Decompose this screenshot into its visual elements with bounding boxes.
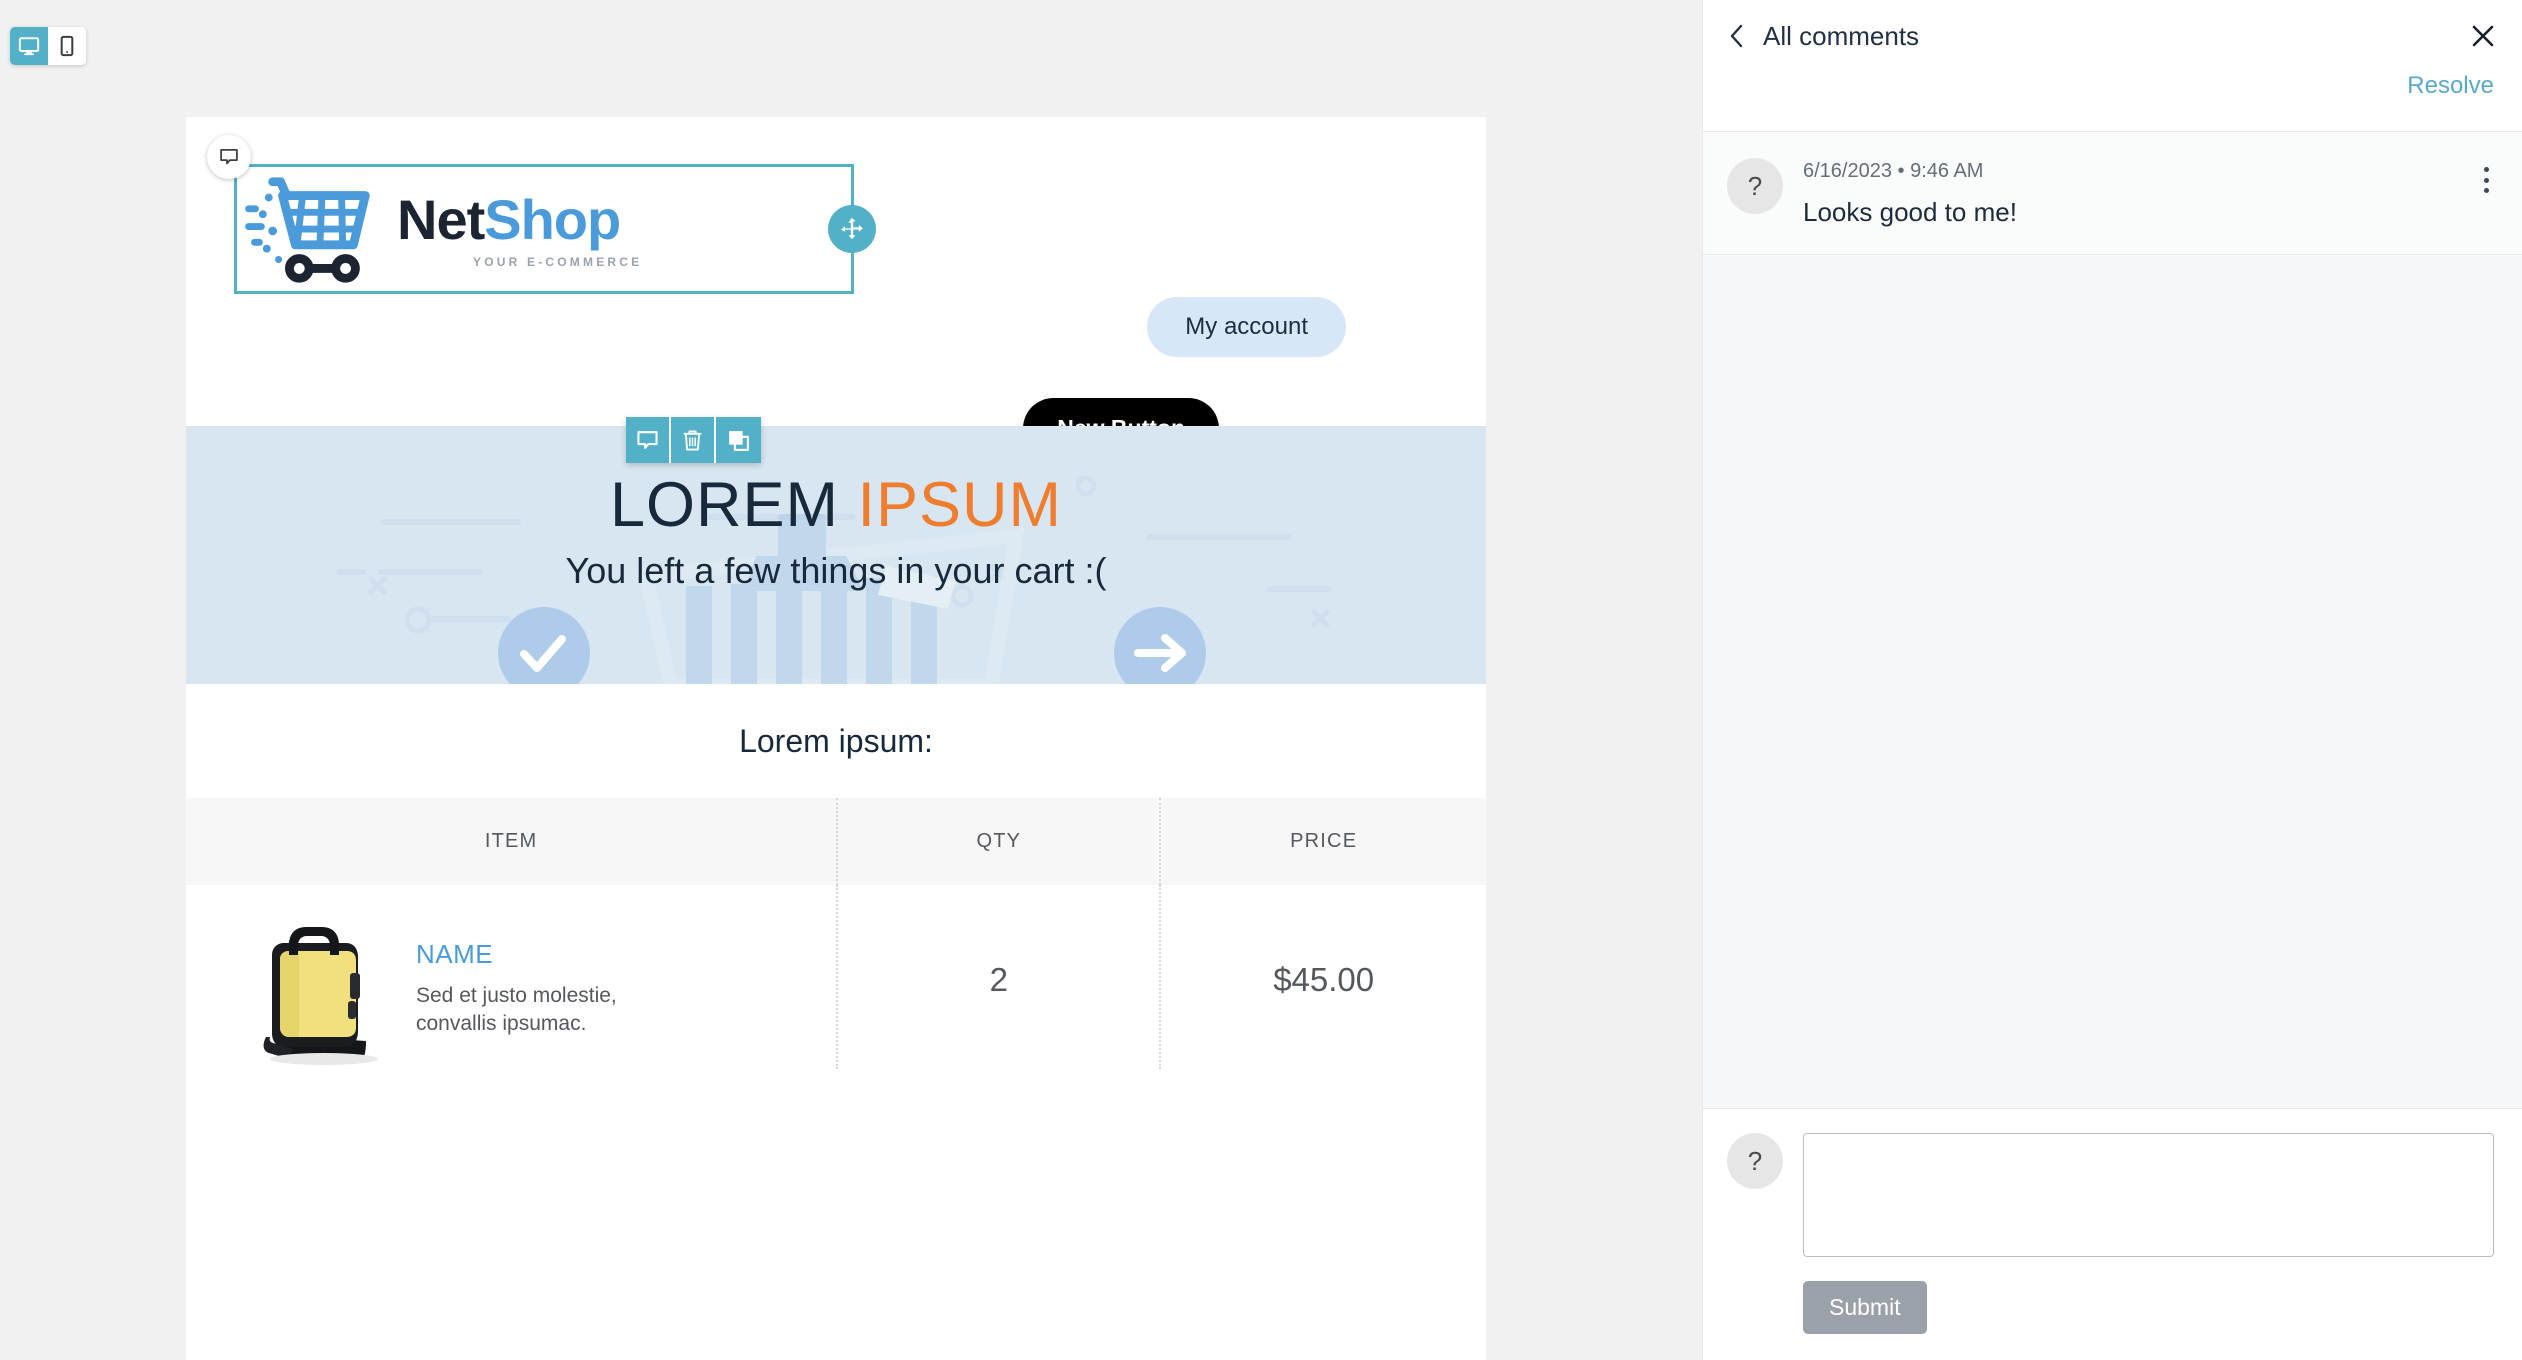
column-header-item: ITEM xyxy=(484,830,538,852)
product-description: Sed et justo molestie, convallis ipsumac… xyxy=(416,984,617,1036)
cell-qty: 2 xyxy=(836,885,1162,1069)
block-duplicate-button[interactable] xyxy=(716,417,761,463)
move-icon xyxy=(841,217,863,240)
reply-section: ? Submit xyxy=(1703,1108,2522,1360)
product-info: NAME Sed et justo molestie, convallis ip… xyxy=(416,919,646,1039)
mobile-view-button[interactable] xyxy=(48,27,86,65)
mobile-icon xyxy=(60,35,74,57)
product-cell: NAME Sed et justo molestie, convallis ip… xyxy=(186,919,836,1069)
submit-button[interactable]: Submit xyxy=(1803,1281,1927,1334)
product-name[interactable]: NAME xyxy=(416,939,646,970)
comment-body: 6/16/2023 • 9:46 AM Looks good to me! xyxy=(1803,158,2017,228)
logo-block-selected[interactable]: NetShop YOUR E-COMMERCE xyxy=(207,135,876,294)
reply-avatar: ? xyxy=(1727,1133,1783,1189)
comment-text: Looks good to me! xyxy=(1803,197,2017,227)
hero-title-part2: IPSUM xyxy=(857,470,1063,540)
block-comment-button[interactable] xyxy=(626,417,671,463)
logo-tagline: YOUR E-COMMERCE xyxy=(473,254,643,269)
list-item: ? 6/16/2023 • 9:46 AM Looks good to me! xyxy=(1703,132,2522,255)
yellow-laptop-bag-image xyxy=(263,927,378,1065)
duplicate-icon xyxy=(729,430,749,451)
section-title: Lorem ipsum: xyxy=(186,684,1486,798)
table-header-row: ITEM QTY PRICE xyxy=(186,798,1486,885)
comment-timestamp: 6/16/2023 • 9:46 AM xyxy=(1803,160,1984,182)
kebab-dot xyxy=(2483,188,2489,193)
cell-item: NAME Sed et justo molestie, convallis ip… xyxy=(186,885,837,1069)
comments-panel: All comments Resolve ? 6/16/2023 • 9:46 … xyxy=(1702,0,2522,1360)
hero-subtitle: You left a few things in your cart :( xyxy=(565,550,1107,592)
my-account-button[interactable]: My account xyxy=(1147,297,1346,357)
hero-banner: LOREM IPSUM You left a few things in you… xyxy=(186,426,1486,684)
close-panel-button[interactable] xyxy=(2470,23,2496,49)
shopping-cart-logo-icon xyxy=(245,177,370,283)
block-delete-button[interactable] xyxy=(671,417,716,463)
device-toggle xyxy=(10,27,86,65)
comment-list-empty-space xyxy=(1703,255,2522,1108)
column-header-qty: QTY xyxy=(836,798,1162,885)
comments-panel-header: All comments xyxy=(1703,0,2522,72)
close-icon xyxy=(2472,25,2494,47)
desktop-view-button[interactable] xyxy=(10,27,48,65)
comment-options-button[interactable] xyxy=(2472,162,2500,198)
app-root: NetShop YOUR E-COMMERCE My account LOREM… xyxy=(0,0,2522,1360)
hero-text-group: LOREM IPSUM You left a few things in you… xyxy=(186,426,1486,684)
resolve-button[interactable]: Resolve xyxy=(2407,72,2494,100)
comments-panel-title: All comments xyxy=(1763,20,1920,51)
move-handle[interactable] xyxy=(828,205,876,253)
hero-title-part1: LOREM xyxy=(609,470,839,540)
cart-table-body: NAME Sed et justo molestie, convallis ip… xyxy=(186,885,1486,1069)
chevron-left-icon xyxy=(1730,24,1743,48)
cart-table: ITEM QTY PRICE NAME Sed et justo molesti… xyxy=(186,798,1486,1069)
logo-name-part2: Shop xyxy=(484,187,621,251)
logo-name-part1: Net xyxy=(397,187,485,251)
logo-name: NetShop xyxy=(397,191,642,248)
email-header-row: NetShop YOUR E-COMMERCE My account xyxy=(186,117,1486,463)
reply-input[interactable] xyxy=(1803,1133,2494,1257)
column-header-price: PRICE xyxy=(1290,830,1358,852)
comment-icon xyxy=(637,430,658,449)
cart-table-head: ITEM QTY PRICE xyxy=(186,798,1486,885)
comment-icon xyxy=(220,148,238,165)
comment-badge[interactable] xyxy=(207,135,251,179)
kebab-dot xyxy=(2483,167,2489,172)
back-button[interactable] xyxy=(1727,23,1747,49)
hero-title: LOREM IPSUM xyxy=(610,472,1062,538)
desktop-icon xyxy=(18,37,40,56)
reply-column: Submit xyxy=(1803,1133,2494,1334)
avatar: ? xyxy=(1727,158,1783,214)
trash-icon xyxy=(683,430,702,450)
logo-lockup: NetShop YOUR E-COMMERCE xyxy=(243,155,843,305)
block-toolbar xyxy=(626,417,761,463)
resolve-row: Resolve xyxy=(1703,72,2522,132)
cell-price: $45.00 xyxy=(1273,961,1375,998)
email-editor-area: NetShop YOUR E-COMMERCE My account LOREM… xyxy=(0,0,1660,1360)
table-row: NAME Sed et justo molestie, convallis ip… xyxy=(186,885,1486,1069)
email-canvas: NetShop YOUR E-COMMERCE My account LOREM… xyxy=(186,117,1486,1360)
comment-list: ? 6/16/2023 • 9:46 AM Looks good to me! xyxy=(1703,132,2522,255)
kebab-dot xyxy=(2483,177,2489,183)
logo-wordmark: NetShop YOUR E-COMMERCE xyxy=(397,191,643,269)
